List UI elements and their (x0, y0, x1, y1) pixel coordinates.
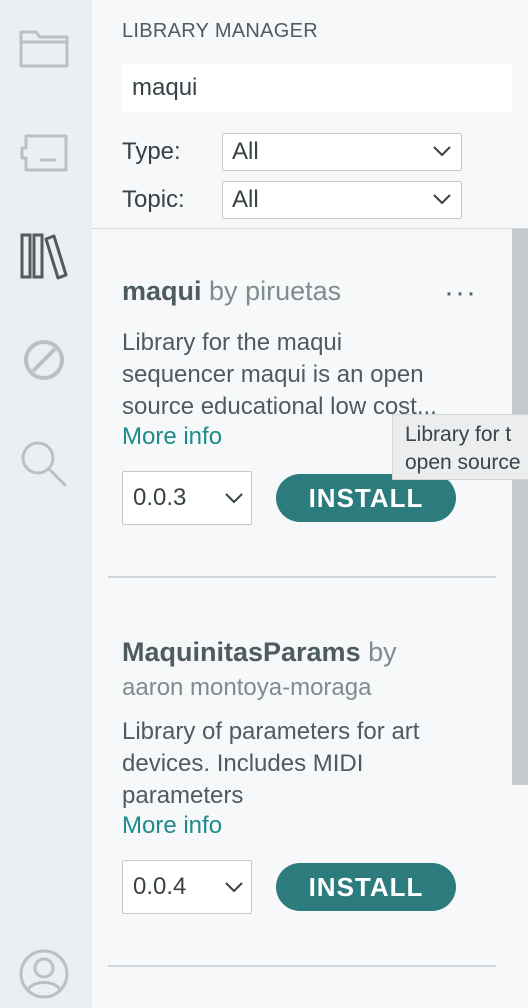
description-line: devices. Includes MIDI (122, 750, 364, 777)
install-button[interactable]: INSTALL (276, 863, 456, 911)
card-divider (108, 576, 496, 578)
tooltip-line: Library for t (405, 423, 512, 446)
description-tooltip: Library for t open source (392, 414, 528, 480)
type-filter-select[interactable]: All (222, 133, 462, 171)
tooltip-line: open source (405, 451, 521, 474)
library-author: aaron montoya-moraga (122, 674, 372, 701)
topic-filter-value: All (232, 186, 259, 213)
more-info-link[interactable]: More info (122, 812, 222, 840)
more-options-button[interactable]: ··· (444, 276, 477, 310)
library-author: piruetas (245, 276, 342, 306)
description-line: parameters (122, 782, 244, 809)
activity-bar (0, 0, 92, 1008)
chevron-down-icon (433, 194, 451, 205)
search-input[interactable] (122, 64, 512, 112)
chevron-down-icon (225, 493, 243, 504)
library-name: maqui (122, 276, 202, 306)
version-select[interactable]: 0.0.4 (122, 860, 252, 914)
version-value: 0.0.4 (133, 873, 187, 900)
debug-disabled-icon[interactable] (14, 330, 74, 390)
type-filter-value: All (232, 138, 259, 165)
panel-title: LIBRARY MANAGER (122, 20, 319, 42)
description-line: sequencer maqui is an open (122, 361, 424, 388)
library-icon[interactable] (14, 226, 74, 286)
version-select[interactable]: 0.0.3 (122, 471, 252, 525)
library-description: Library of parameters for art devices. I… (122, 716, 462, 812)
board-icon[interactable] (14, 122, 74, 182)
description-line: Library of parameters for art (122, 718, 420, 745)
library-name: MaquinitasParams (122, 637, 361, 667)
type-filter-label: Type: (122, 138, 181, 165)
library-title: maqui by piruetas (122, 276, 341, 307)
library-by: by (209, 276, 238, 306)
folder-icon[interactable] (14, 18, 74, 78)
version-value: 0.0.3 (133, 484, 187, 511)
library-title: MaquinitasParams by (122, 637, 397, 668)
topic-filter-label: Topic: (122, 186, 185, 213)
scrollbar-thumb[interactable] (512, 229, 528, 785)
card-divider (108, 965, 496, 967)
search-icon[interactable] (14, 434, 74, 494)
more-info-link[interactable]: More info (122, 423, 222, 451)
chevron-down-icon (225, 882, 243, 893)
install-button[interactable]: INSTALL (276, 474, 456, 522)
description-line: Library for the maqui (122, 329, 343, 356)
library-description: Library for the maqui sequencer maqui is… (122, 327, 462, 423)
chevron-down-icon (433, 146, 451, 157)
library-by: by (368, 637, 397, 667)
topic-filter-select[interactable]: All (222, 181, 462, 219)
account-icon[interactable] (14, 944, 74, 1004)
